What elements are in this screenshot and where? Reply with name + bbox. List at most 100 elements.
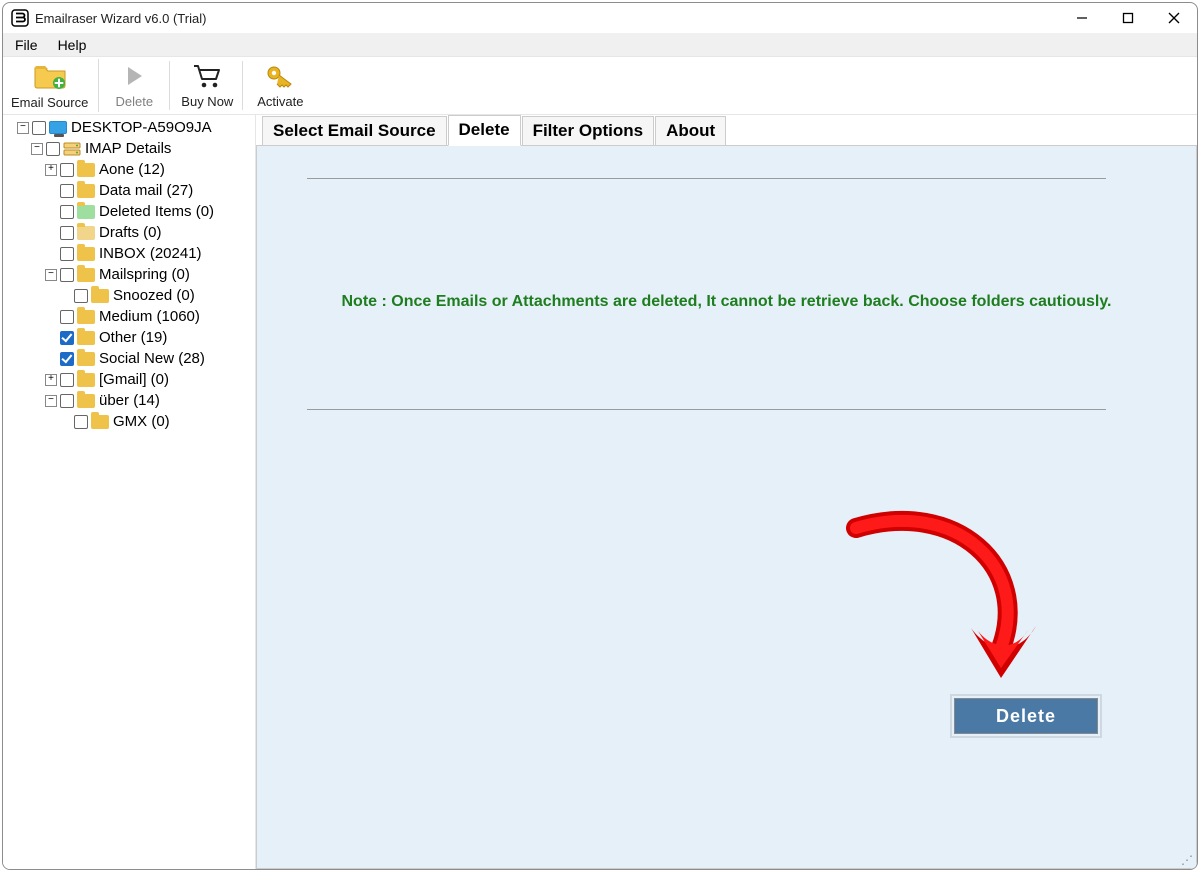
resize-grip-icon[interactable]: ⋰ [1181,853,1193,867]
tree-item[interactable]: − über (14) [3,390,255,411]
maximize-button[interactable] [1105,3,1151,33]
checkbox[interactable] [60,373,74,387]
tree-root[interactable]: − DESKTOP-A59O9JA [3,117,255,138]
checkbox[interactable] [60,205,74,219]
cart-icon [192,63,222,94]
folder-icon [77,331,95,345]
tree-item-label: Drafts (0) [99,224,162,241]
tree-item[interactable]: Snoozed (0) [3,285,255,306]
tree-item-label: Aone (12) [99,161,165,178]
checkbox[interactable] [60,310,74,324]
tree-item-label: [Gmail] (0) [99,371,169,388]
checkbox[interactable] [60,163,74,177]
toolbar-buy-label: Buy Now [181,94,233,109]
toolbar-activate[interactable]: Activate [247,59,313,112]
tree-imap-label: IMAP Details [85,140,171,157]
key-icon [265,63,295,94]
collapse-icon[interactable]: − [17,122,29,134]
tab-delete[interactable]: Delete [448,115,521,146]
tree-item[interactable]: Other (19) [3,327,255,348]
content-area: − DESKTOP-A59O9JA − IMAP Details + Aone (… [3,115,1197,869]
checkbox[interactable] [60,394,74,408]
folder-icon [77,163,95,177]
tab-filter-options[interactable]: Filter Options [522,116,655,146]
tree-item[interactable]: + [Gmail] (0) [3,369,255,390]
folder-icon [77,268,95,282]
app-logo-icon [11,9,29,27]
toolbar-email-source-label: Email Source [11,95,88,110]
collapse-icon[interactable]: − [45,269,57,281]
checkbox[interactable] [32,121,46,135]
expand-icon[interactable]: + [45,164,57,176]
window-title: Emailraser Wizard v6.0 (Trial) [35,11,1059,26]
tree-item-label: Other (19) [99,329,167,346]
tree-item[interactable]: GMX (0) [3,411,255,432]
checkbox[interactable] [74,415,88,429]
window-controls [1059,3,1197,33]
folder-icon [77,373,95,387]
folder-icon [77,394,95,408]
tree-item-label: über (14) [99,392,160,409]
expand-icon[interactable]: + [45,374,57,386]
tree-item-label: INBOX (20241) [99,245,202,262]
folder-tree[interactable]: − DESKTOP-A59O9JA − IMAP Details + Aone (… [3,115,256,869]
minimize-button[interactable] [1059,3,1105,33]
main-panel: Select Email Source Delete Filter Option… [256,115,1197,869]
toolbar-delete[interactable]: Delete [101,59,167,112]
checkbox[interactable] [60,247,74,261]
tab-content-delete: Note : Once Emails or Attachments are de… [256,145,1197,869]
tab-strip: Select Email Source Delete Filter Option… [256,115,1197,145]
toolbar-email-source[interactable]: Email Source [5,59,99,112]
folder-icon [77,310,95,324]
titlebar: Emailraser Wizard v6.0 (Trial) [3,3,1197,33]
checkbox[interactable] [60,331,74,345]
collapse-icon[interactable]: − [45,395,57,407]
server-icon [63,142,81,156]
checkbox[interactable] [60,352,74,366]
tree-item-label: Mailspring (0) [99,266,190,283]
tree-item[interactable]: − Mailspring (0) [3,264,255,285]
menu-file[interactable]: File [5,35,48,55]
delete-button[interactable]: Delete [954,698,1098,734]
tree-imap[interactable]: − IMAP Details [3,138,255,159]
checkbox[interactable] [60,226,74,240]
folder-icon [77,247,95,261]
checkbox[interactable] [46,142,60,156]
play-icon [121,63,147,94]
separator [307,409,1106,410]
tree-root-label: DESKTOP-A59O9JA [71,119,212,136]
menu-help[interactable]: Help [48,35,97,55]
tree-item[interactable]: Medium (1060) [3,306,255,327]
tree-item-label: Snoozed (0) [113,287,195,304]
toolbar-activate-label: Activate [257,94,303,109]
folder-icon [91,415,109,429]
app-window: Emailraser Wizard v6.0 (Trial) File Help… [2,2,1198,870]
toolbar: Email Source Delete Buy Now Activate [3,57,1197,115]
tree-item[interactable]: Social New (28) [3,348,255,369]
tree-item[interactable]: + Aone (12) [3,159,255,180]
computer-icon [49,121,67,134]
tree-item-label: Social New (28) [99,350,205,367]
tree-item-label: Medium (1060) [99,308,200,325]
collapse-icon[interactable]: − [31,143,43,155]
folder-icon [91,289,109,303]
tree-item[interactable]: Data mail (27) [3,180,255,201]
tab-about[interactable]: About [655,116,726,146]
menubar: File Help [3,33,1197,57]
close-button[interactable] [1151,3,1197,33]
tree-item[interactable]: INBOX (20241) [3,243,255,264]
tree-item-label: GMX (0) [113,413,170,430]
tree-item-label: Data mail (27) [99,182,193,199]
annotation-arrow-icon [836,508,1056,698]
tab-select-email-source[interactable]: Select Email Source [262,116,447,146]
toolbar-delete-label: Delete [116,94,154,109]
checkbox[interactable] [60,268,74,282]
tree-item[interactable]: Deleted Items (0) [3,201,255,222]
checkbox[interactable] [74,289,88,303]
checkbox[interactable] [60,184,74,198]
folder-add-icon [33,62,67,95]
tree-item[interactable]: Drafts (0) [3,222,255,243]
toolbar-buy-now[interactable]: Buy Now [174,59,240,112]
folder-icon [77,184,95,198]
recycle-bin-icon [77,205,95,219]
